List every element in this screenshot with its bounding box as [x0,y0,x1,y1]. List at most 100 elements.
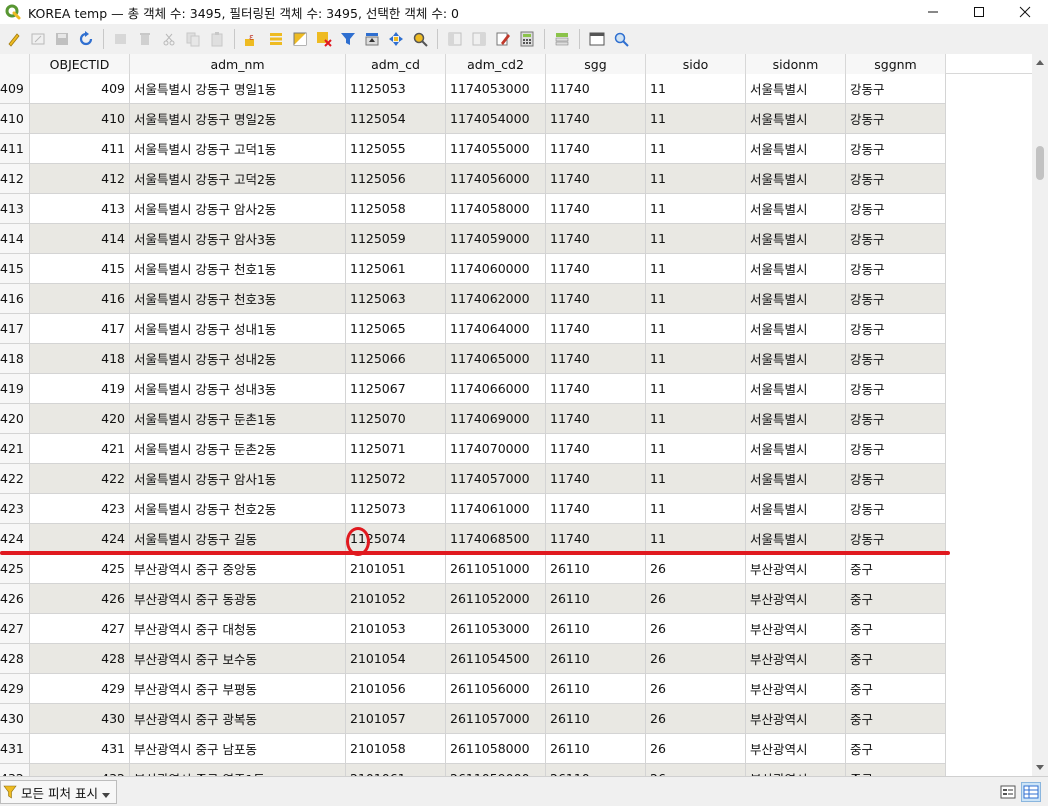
table-row[interactable]: 410 410 서울특별시 강동구 명일2동 1125054 1174054000 117… [0,104,946,134]
cell-sggnm[interactable]: 중구 [846,674,946,704]
feature-filter-button[interactable]: 모든 피처 표시 [0,780,117,804]
cell-adm-nm[interactable]: 서울특별시 강동구 성내2동 [130,344,346,374]
cell-adm-nm[interactable]: 서울특별시 강동구 천호1동 [130,254,346,284]
cell-sidonm[interactable]: 서울특별시 [746,344,846,374]
cell-sidonm[interactable]: 서울특별시 [746,134,846,164]
cell-sgg[interactable]: 26110 [546,554,646,584]
cell-adm-cd2[interactable]: 2611054500 [446,644,546,674]
cell-sgg[interactable]: 26110 [546,734,646,764]
cell-adm-cd2[interactable]: 1174070000 [446,434,546,464]
attribute-table[interactable]: OBJECTID adm_nm adm_cd adm_cd2 sgg sido … [0,54,1032,776]
cell-objectid[interactable]: 409 [30,74,130,104]
cell-adm-nm[interactable]: 부산광역시 중구 보수동 [130,644,346,674]
cell-objectid[interactable]: 427 [30,614,130,644]
filter-select-icon[interactable] [338,29,358,49]
delete-field-icon[interactable] [469,29,489,49]
cell-objectid[interactable]: 432 [30,764,130,776]
column-header-adm-cd2[interactable]: adm_cd2 [446,54,546,74]
cell-adm-nm[interactable]: 부산광역시 중구 영주1동 [130,764,346,776]
minimize-button[interactable] [910,0,956,24]
cell-sggnm[interactable]: 강동구 [846,374,946,404]
cell-sido[interactable]: 26 [646,674,746,704]
cell-adm-nm[interactable]: 서울특별시 강동구 고덕1동 [130,134,346,164]
cell-adm-cd[interactable]: 2101053 [346,614,446,644]
column-header-adm-nm[interactable]: adm_nm [130,54,346,74]
cell-adm-cd2[interactable]: 1174057000 [446,464,546,494]
copy-icon[interactable] [183,29,203,49]
save-edits-icon[interactable] [52,29,72,49]
cell-sido[interactable]: 26 [646,704,746,734]
row-header[interactable]: 410 [0,104,30,134]
cell-adm-cd[interactable]: 1125072 [346,464,446,494]
cell-sidonm[interactable]: 서울특별시 [746,524,846,554]
column-header-sidonm[interactable]: sidonm [746,54,846,74]
cell-sggnm[interactable]: 강동구 [846,224,946,254]
row-header[interactable]: 425 [0,554,30,584]
cell-adm-nm[interactable]: 서울특별시 강동구 성내3동 [130,374,346,404]
table-row[interactable]: 415 415 서울특별시 강동구 천호1동 1125061 1174060000 117… [0,254,946,284]
scroll-down-icon[interactable] [1032,760,1048,776]
cell-adm-cd[interactable]: 1125055 [346,134,446,164]
cell-adm-nm[interactable]: 서울특별시 강동구 성내1동 [130,314,346,344]
cell-adm-cd[interactable]: 2101057 [346,704,446,734]
cell-objectid[interactable]: 421 [30,434,130,464]
cell-adm-nm[interactable]: 서울특별시 강동구 고덕2동 [130,164,346,194]
cell-adm-nm[interactable]: 서울특별시 강동구 둔촌1동 [130,404,346,434]
cell-adm-cd2[interactable]: 1174069000 [446,404,546,434]
cell-adm-cd2[interactable]: 1174056000 [446,164,546,194]
row-header[interactable]: 428 [0,644,30,674]
table-row[interactable]: 412 412 서울특별시 강동구 고덕2동 1125056 1174056000 117… [0,164,946,194]
column-header-objectid[interactable]: OBJECTID [30,54,130,74]
table-row[interactable]: 431 431 부산광역시 중구 남포동 2101058 2611058000 26110… [0,734,946,764]
select-all-icon[interactable] [266,29,286,49]
row-header[interactable]: 423 [0,494,30,524]
corner-header[interactable] [0,54,30,74]
cell-sggnm[interactable]: 강동구 [846,524,946,554]
cell-sido[interactable]: 11 [646,494,746,524]
cell-sido[interactable]: 11 [646,254,746,284]
cell-sgg[interactable]: 11740 [546,464,646,494]
row-header[interactable]: 411 [0,134,30,164]
cell-sidonm[interactable]: 서울특별시 [746,104,846,134]
form-view-button[interactable] [998,782,1018,802]
cell-sgg[interactable]: 11740 [546,284,646,314]
cell-sido[interactable]: 26 [646,644,746,674]
table-row[interactable]: 419 419 서울특별시 강동구 성내3동 1125067 1174066000 117… [0,374,946,404]
cell-adm-nm[interactable]: 서울특별시 강동구 길동 [130,524,346,554]
cell-adm-cd2[interactable]: 2611057000 [446,704,546,734]
cell-sidonm[interactable]: 부산광역시 [746,704,846,734]
cell-sido[interactable]: 11 [646,524,746,554]
cell-sidonm[interactable]: 서울특별시 [746,494,846,524]
pan-to-selection-icon[interactable] [386,29,406,49]
paste-icon[interactable] [207,29,227,49]
cell-sggnm[interactable]: 중구 [846,554,946,584]
cell-sggnm[interactable]: 강동구 [846,314,946,344]
cell-adm-cd2[interactable]: 1174068500 [446,524,546,554]
cell-adm-cd2[interactable]: 2611059000 [446,764,546,776]
cell-sggnm[interactable]: 강동구 [846,494,946,524]
cell-adm-cd[interactable]: 2101058 [346,734,446,764]
table-row[interactable]: 430 430 부산광역시 중구 광복동 2101057 2611057000 26110… [0,704,946,734]
cell-sgg[interactable]: 26110 [546,614,646,644]
cell-objectid[interactable]: 417 [30,314,130,344]
cell-adm-cd2[interactable]: 2611056000 [446,674,546,704]
table-row[interactable]: 416 416 서울특별시 강동구 천호3동 1125063 1174062000 117… [0,284,946,314]
cell-sido[interactable]: 26 [646,584,746,614]
row-header[interactable]: 415 [0,254,30,284]
cell-adm-cd2[interactable]: 2611052000 [446,584,546,614]
cell-sidonm[interactable]: 부산광역시 [746,554,846,584]
table-row[interactable]: 411 411 서울특별시 강동구 고덕1동 1125055 1174055000 117… [0,134,946,164]
cell-sido[interactable]: 26 [646,734,746,764]
row-header[interactable]: 421 [0,434,30,464]
cell-sidonm[interactable]: 서울특별시 [746,314,846,344]
cut-icon[interactable] [159,29,179,49]
cell-adm-cd2[interactable]: 1174064000 [446,314,546,344]
cell-sgg[interactable]: 11740 [546,104,646,134]
close-button[interactable] [1002,0,1048,24]
cell-adm-cd2[interactable]: 1174053000 [446,74,546,104]
cell-objectid[interactable]: 430 [30,704,130,734]
cell-sido[interactable]: 11 [646,374,746,404]
cell-sggnm[interactable]: 강동구 [846,164,946,194]
cell-sgg[interactable]: 11740 [546,74,646,104]
cell-adm-cd[interactable]: 1125058 [346,194,446,224]
